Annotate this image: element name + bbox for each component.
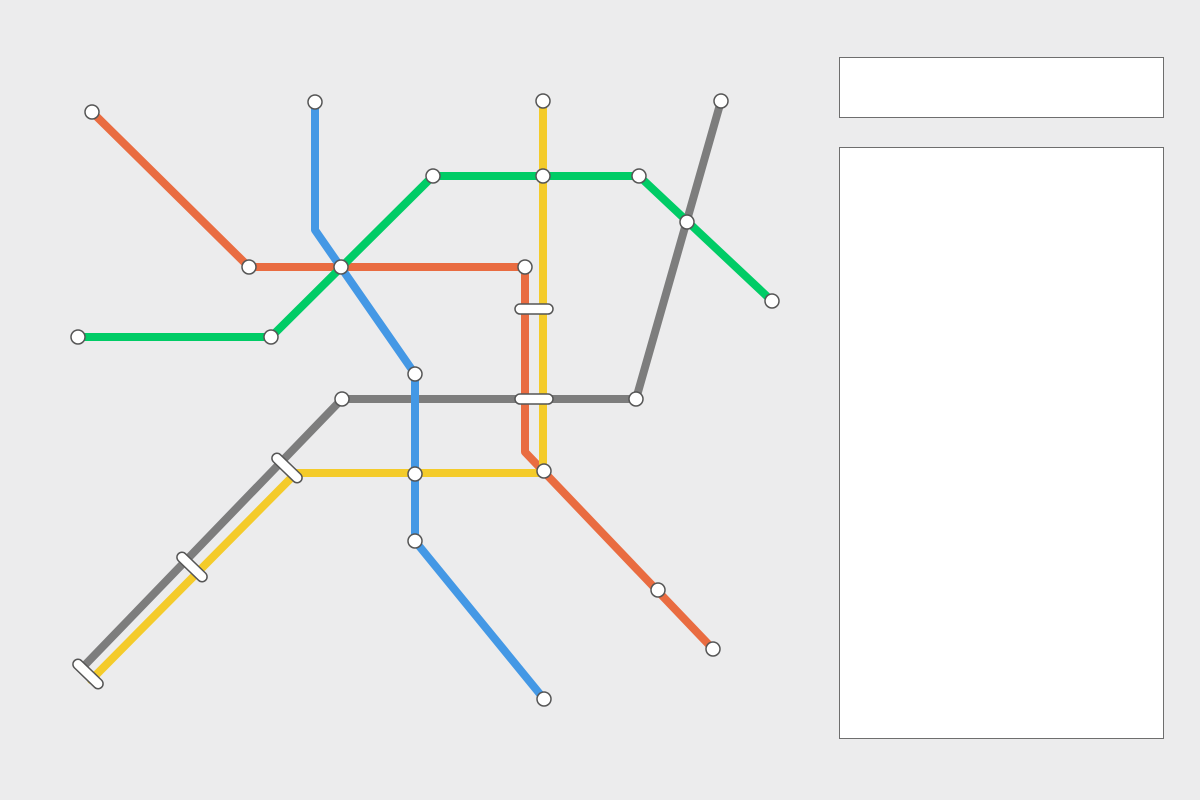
- metro-lines: [74, 97, 776, 703]
- interchange-marker[interactable]: [514, 393, 554, 405]
- gray-line[interactable]: [80, 97, 725, 670]
- station-marker[interactable]: [425, 168, 441, 184]
- station-marker[interactable]: [334, 391, 350, 407]
- search-box[interactable]: [839, 57, 1164, 118]
- station-marker[interactable]: [517, 259, 533, 275]
- station-marker[interactable]: [535, 168, 551, 184]
- station-marker[interactable]: [535, 93, 551, 109]
- station-marker[interactable]: [631, 168, 647, 184]
- details-panel: [839, 147, 1164, 739]
- station-marker[interactable]: [407, 466, 423, 482]
- station-marker[interactable]: [241, 259, 257, 275]
- interchange-marker[interactable]: [514, 303, 554, 315]
- station-marker[interactable]: [628, 391, 644, 407]
- station-marker[interactable]: [333, 259, 349, 275]
- red-line[interactable]: [88, 108, 717, 653]
- station-marker[interactable]: [307, 94, 323, 110]
- station-marker[interactable]: [263, 329, 279, 345]
- station-marker[interactable]: [407, 533, 423, 549]
- station-marker[interactable]: [407, 366, 423, 382]
- station-marker[interactable]: [536, 691, 552, 707]
- station-marker[interactable]: [84, 104, 100, 120]
- station-marker[interactable]: [70, 329, 86, 345]
- station-marker[interactable]: [705, 641, 721, 657]
- station-marker[interactable]: [713, 93, 729, 109]
- station-marker[interactable]: [764, 293, 780, 309]
- station-marker[interactable]: [679, 214, 695, 230]
- station-marker[interactable]: [650, 582, 666, 598]
- station-marker[interactable]: [536, 463, 552, 479]
- metro-map[interactable]: [0, 0, 830, 800]
